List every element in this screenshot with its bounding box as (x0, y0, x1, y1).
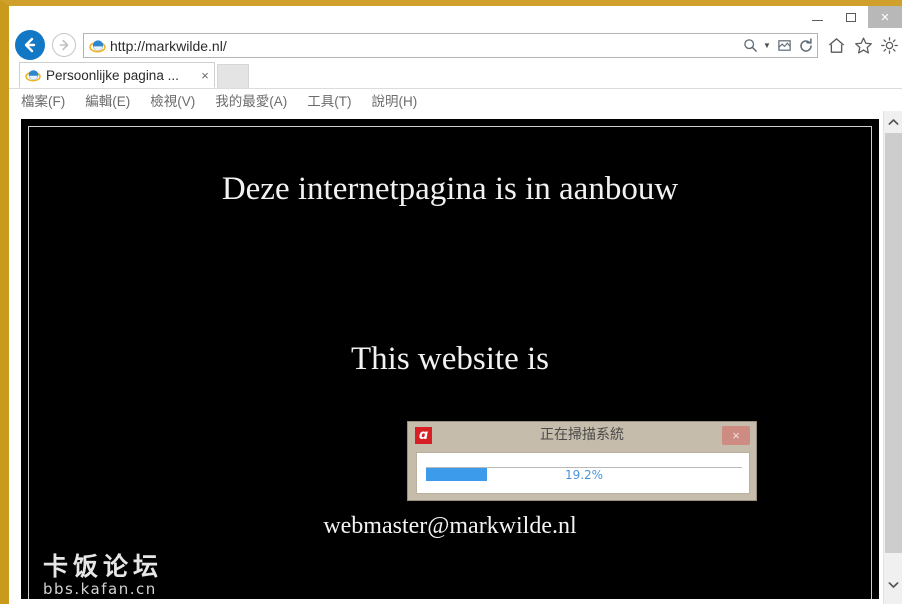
progress-bar-track: 19.2% (426, 467, 742, 482)
search-dropdown-caret-icon[interactable]: ▼ (761, 41, 773, 50)
forward-button[interactable] (52, 33, 76, 57)
webmaster-email-link[interactable]: webmaster@markwilde.nl (21, 513, 879, 540)
scan-dialog[interactable]: ɑ 正在掃描系統 × 19.2% (407, 421, 757, 501)
back-arrow-icon (24, 37, 36, 53)
browser-tab[interactable]: Persoonlijke pagina ... × (19, 62, 215, 88)
tab-close-icon[interactable]: × (196, 68, 214, 83)
maximize-button[interactable] (834, 6, 868, 28)
internet-explorer-icon (25, 70, 41, 82)
forward-arrow-icon (59, 39, 69, 51)
page-heading-dutch: Deze internetpagina is in aanbouw (221, 171, 679, 207)
close-icon: × (880, 8, 890, 26)
dialog-title: 正在掃描系統 (540, 427, 624, 443)
favorites-star-icon[interactable] (851, 33, 876, 58)
watermark: 卡饭论坛 bbs.kafan.cn (43, 554, 163, 597)
maximize-icon (846, 12, 856, 22)
dialog-close-button[interactable]: × (722, 426, 750, 445)
title-bar: × (9, 6, 902, 28)
vertical-scrollbar[interactable] (883, 111, 902, 604)
page-viewport: Deze internetpagina is in aanbouw This w… (9, 111, 902, 604)
dialog-title-bar: ɑ 正在掃描系統 × (408, 422, 756, 449)
scrollbar-thumb[interactable] (885, 133, 902, 553)
window-border-left (0, 0, 9, 604)
menu-item-view[interactable]: 檢視(V) (150, 90, 195, 110)
scroll-down-icon[interactable] (884, 576, 902, 594)
minimize-icon (811, 19, 823, 21)
tab-title: Persoonlijke pagina ... (46, 67, 179, 83)
scroll-up-icon[interactable] (884, 113, 902, 131)
minimize-button[interactable] (800, 6, 834, 28)
menu-item-favorites[interactable]: 我的最愛(A) (215, 90, 287, 110)
progress-percent-label: 19.2% (564, 468, 604, 482)
refresh-icon[interactable] (795, 34, 817, 57)
page-heading-english: This website is (351, 341, 549, 377)
back-button[interactable] (15, 30, 45, 60)
navigation-bar: http://markwilde.nl/ ▼ (9, 28, 902, 62)
web-page-content: Deze internetpagina is in aanbouw This w… (21, 119, 879, 599)
menu-item-file[interactable]: 檔案(F) (21, 90, 65, 110)
watermark-name: 卡饭论坛 (43, 552, 164, 581)
tab-strip: Persoonlijke pagina ... × (9, 62, 902, 89)
url-text: http://markwilde.nl/ (110, 37, 227, 54)
menu-item-edit[interactable]: 編輯(E) (85, 90, 130, 110)
menu-item-help[interactable]: 說明(H) (372, 90, 418, 110)
internet-explorer-icon (89, 40, 106, 53)
close-window-button[interactable]: × (868, 6, 902, 28)
search-icon[interactable] (739, 34, 761, 57)
dialog-body: 19.2% (416, 452, 750, 494)
menu-bar: 檔案(F) 編輯(E) 檢視(V) 我的最愛(A) 工具(T) 說明(H) (9, 89, 902, 111)
address-bar[interactable]: http://markwilde.nl/ ▼ (83, 33, 818, 58)
new-tab-button[interactable] (217, 64, 249, 88)
close-icon: × (732, 428, 740, 443)
browser-window: × http://markwilde.nl/ ▼ Persoonlijke pa… (0, 0, 902, 604)
watermark-url: bbs.kafan.cn (43, 580, 157, 598)
settings-gear-icon[interactable] (877, 33, 902, 58)
compatibility-view-icon[interactable] (773, 34, 795, 57)
home-icon[interactable] (824, 33, 849, 58)
menu-item-tools[interactable]: 工具(T) (307, 90, 351, 110)
